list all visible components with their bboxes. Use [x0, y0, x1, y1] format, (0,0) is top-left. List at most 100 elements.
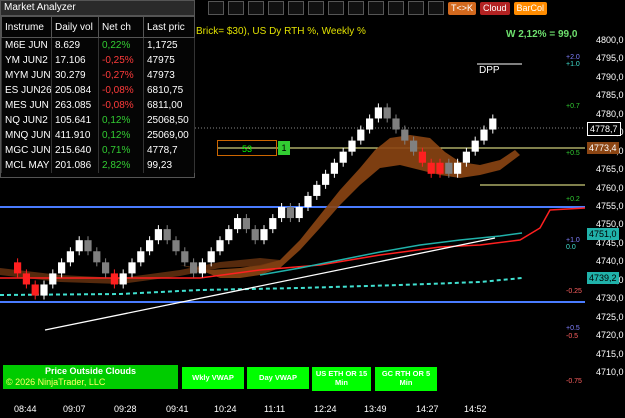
cell-instrument: NQ JUN2: [1, 113, 52, 128]
toolbar-box-12[interactable]: [428, 1, 444, 15]
cell-volume: 105.641: [51, 113, 99, 128]
time-axis-label: 09:28: [114, 404, 137, 414]
cell-instrument: MYM JUN: [1, 68, 52, 83]
cell-net: -0,25%: [98, 53, 144, 68]
cell-volume: 215.640: [51, 143, 99, 158]
time-axis-label: 09:07: [63, 404, 86, 414]
col-header-last-price[interactable]: Last pric: [143, 16, 195, 38]
cell-volume: 201.086: [51, 158, 99, 173]
weekly-stat: W 2,12% = 99,0: [506, 29, 578, 40]
table-row[interactable]: MNQ JUN 411.910 0,12% 25069,00: [1, 128, 195, 143]
cell-volume: 17.106: [51, 53, 99, 68]
table-row[interactable]: MES JUN 263.085 -0,08% 6811,00: [1, 98, 195, 113]
cell-net: 0,71%: [98, 143, 144, 158]
pct-label: -0.5: [566, 333, 579, 340]
cell-net: -0,08%: [98, 98, 144, 113]
cloud-price-tag: 4773,4: [587, 142, 619, 154]
pct-label: +1.0: [566, 237, 580, 244]
cell-volume: 411.910: [51, 128, 99, 143]
cell-last: 6810,75: [143, 83, 195, 98]
toolbar-box-2[interactable]: [228, 1, 244, 15]
tk-button[interactable]: T<>K: [448, 1, 477, 15]
cell-last: 25069,00: [143, 128, 195, 143]
cell-instrument: YM JUN2: [1, 53, 52, 68]
price-axis-label: 4725,0: [596, 311, 624, 322]
cell-net: -0,08%: [98, 83, 144, 98]
wkly-vwap-button[interactable]: Wkly VWAP: [182, 367, 244, 389]
pct-label: +0.5: [566, 325, 580, 332]
time-axis-label: 14:52: [464, 404, 487, 414]
col-header-instrument[interactable]: Instrume: [1, 16, 52, 38]
time-axis-label: 12:24: [314, 404, 337, 414]
market-analyzer-window[interactable]: Market Analyzer Instrume Daily vol Net c…: [0, 0, 195, 178]
time-axis-label: 14:27: [416, 404, 439, 414]
ema-price-tag: 4739,2: [587, 272, 619, 284]
price-axis-label: 4760,0: [596, 182, 624, 193]
chart-indicator-label: Brick= $30), US Dy RTH %, Weekly %: [196, 26, 366, 37]
time-axis-label: 08:44: [14, 404, 37, 414]
copyright-text: © 2026 NinjaTrader, LLC: [6, 377, 106, 387]
cell-net: -0,27%: [98, 68, 144, 83]
time-axis-label: 13:49: [364, 404, 387, 414]
dpp-label: DPP: [479, 65, 500, 76]
pct-label: +2.0: [566, 54, 580, 61]
cell-volume: 263.085: [51, 98, 99, 113]
col-header-volume[interactable]: Daily vol: [51, 16, 99, 38]
cloud-button[interactable]: Cloud: [480, 1, 510, 15]
price-axis-label: 4790,0: [596, 71, 624, 82]
table-row[interactable]: NQ JUN2 105.641 0,12% 25068,50: [1, 113, 195, 128]
market-analyzer-title[interactable]: Market Analyzer: [1, 1, 194, 16]
gc-rth-or-button[interactable]: GC RTH OR 5 Min: [375, 367, 437, 391]
toolbar-box-8[interactable]: [348, 1, 364, 15]
price-axis-label: 4800,0: [596, 35, 624, 45]
price-axis-label: 4740,0: [596, 256, 624, 267]
table-row[interactable]: M6E JUN 8.629 0,22% 1,1725: [1, 37, 195, 53]
price-outside-clouds-label: Price Outside Clouds: [44, 366, 137, 376]
box-count: 53: [217, 140, 277, 156]
barcol-button[interactable]: BarCol: [513, 1, 548, 15]
toolbar-box-3[interactable]: [248, 1, 264, 15]
cell-volume: 8.629: [51, 37, 99, 53]
price-axis-label: 4720,0: [596, 330, 624, 341]
toolbar-box-10[interactable]: [388, 1, 404, 15]
cell-instrument: MNQ JUN: [1, 128, 52, 143]
day-vwap-button[interactable]: Day VWAP: [247, 367, 309, 389]
table-row[interactable]: MYM JUN 30.279 -0,27% 47973: [1, 68, 195, 83]
toolbar-box-4[interactable]: [268, 1, 284, 15]
toolbar-box-9[interactable]: [368, 1, 384, 15]
table-row[interactable]: YM JUN2 17.106 -0,25% 47975: [1, 53, 195, 68]
us-eth-or-button[interactable]: US ETH OR 15 Min: [312, 367, 371, 391]
table-row[interactable]: MCL MAY 201.086 2,82% 99,23: [1, 158, 195, 173]
col-header-net-change[interactable]: Net ch: [98, 16, 144, 38]
time-axis-label: 10:24: [214, 404, 237, 414]
pct-label: +0.5: [566, 150, 580, 157]
toolbar-box-11[interactable]: [408, 1, 424, 15]
price-axis-label: 4715,0: [596, 348, 624, 359]
cell-last: 25068,50: [143, 113, 195, 128]
cell-net: 0,12%: [98, 113, 144, 128]
pct-label: +1.0: [566, 61, 580, 68]
price-axis-label: 4785,0: [596, 90, 624, 101]
cell-volume: 205.084: [51, 83, 99, 98]
toolbar-box-6[interactable]: [308, 1, 324, 15]
price-axis-label: 4730,0: [596, 293, 624, 304]
table-row[interactable]: ES JUN26 205.084 -0,08% 6810,75: [1, 83, 195, 98]
last-price-tag: 4778,7: [587, 122, 621, 136]
pct-label: +0.7: [566, 103, 580, 110]
cell-instrument: MGC JUN: [1, 143, 52, 158]
cell-net: 0,12%: [98, 128, 144, 143]
cell-instrument: MCL MAY: [1, 158, 52, 173]
price-axis-label: 4780,0: [596, 108, 624, 119]
pct-label: -0.25: [566, 288, 582, 295]
pct-label: -0.75: [566, 378, 582, 385]
table-row[interactable]: MGC JUN 215.640 0,71% 4778,7: [1, 143, 195, 158]
vwap-price-tag: 4751,0: [587, 228, 619, 240]
toolbar-box-1[interactable]: [208, 1, 224, 15]
toolbar-box-5[interactable]: [288, 1, 304, 15]
cell-instrument: MES JUN: [1, 98, 52, 113]
toolbar-box-7[interactable]: [328, 1, 344, 15]
cell-last: 47975: [143, 53, 195, 68]
cell-net: 2,82%: [98, 158, 144, 173]
pct-label: 0.0: [566, 244, 576, 251]
cell-volume: 30.279: [51, 68, 99, 83]
